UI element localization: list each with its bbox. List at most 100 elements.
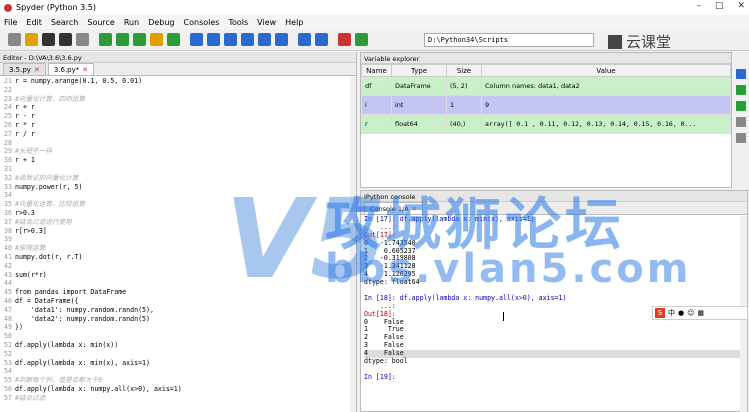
column-header-size[interactable]: Size bbox=[446, 64, 482, 77]
code-editor[interactable]: 21 r = numpy.arange(0.1, 0.5, 0.01) 22 23 #向… bbox=[0, 77, 356, 412]
close-tab-icon[interactable]: ✕ bbox=[82, 66, 88, 74]
print-icon[interactable] bbox=[76, 33, 89, 46]
column-header-type[interactable]: Type bbox=[391, 64, 447, 77]
code-line[interactable]: 22 bbox=[0, 86, 356, 95]
code-line[interactable]: 47 'data1': numpy.random.randn(5), bbox=[0, 306, 356, 315]
code-line[interactable]: 44 bbox=[0, 279, 356, 288]
menu-source[interactable]: Source bbox=[87, 18, 114, 27]
code-line[interactable]: 23 #向量化计算，四则运算 bbox=[0, 95, 356, 104]
menu-consoles[interactable]: Consoles bbox=[184, 18, 220, 27]
menu-search[interactable]: Search bbox=[51, 18, 78, 27]
console-line: 1 0.605237 bbox=[364, 246, 416, 255]
new-file-icon[interactable] bbox=[8, 33, 21, 46]
code-line[interactable]: 37 #结合过滤进行使用 bbox=[0, 218, 356, 227]
code-line[interactable]: 49}) bbox=[0, 323, 356, 332]
table-row[interactable]: i int 1 9 bbox=[361, 95, 731, 115]
run-selection-icon[interactable] bbox=[150, 33, 163, 46]
code-line[interactable]: 36 r>0.3 bbox=[0, 209, 356, 218]
menu-edit[interactable]: Edit bbox=[26, 18, 42, 27]
remove-all-icon[interactable] bbox=[736, 117, 746, 127]
code-line[interactable]: 42 bbox=[0, 262, 356, 271]
step-return-icon[interactable] bbox=[241, 33, 254, 46]
ime-toolbar[interactable]: S 中 ● ☺ ▦ bbox=[652, 306, 748, 320]
code-line[interactable]: 38 r[r>0.3] bbox=[0, 227, 356, 236]
tab-console-1[interactable]: Console 1/A ✕ bbox=[364, 202, 424, 214]
options-icon[interactable] bbox=[736, 133, 746, 143]
run-cell-icon[interactable] bbox=[116, 33, 129, 46]
maximize-pane-icon[interactable] bbox=[298, 33, 311, 46]
code-line[interactable]: 53 df.apply(lambda x: min(x), axis=1) bbox=[0, 359, 356, 368]
code-line[interactable]: 50 bbox=[0, 332, 356, 341]
code-line[interactable]: 31 bbox=[0, 165, 356, 174]
code-line[interactable]: 24 r + r bbox=[0, 103, 356, 112]
code-line[interactable]: 30 r + 1 bbox=[0, 156, 356, 165]
menu-view[interactable]: View bbox=[257, 18, 276, 27]
code-line[interactable]: 27 r / r bbox=[0, 130, 356, 139]
code-line[interactable]: 26 r * r bbox=[0, 121, 356, 130]
step-into-icon[interactable] bbox=[224, 33, 237, 46]
code-line[interactable]: 29 #长短不一样 bbox=[0, 147, 356, 156]
debug-icon[interactable] bbox=[190, 33, 203, 46]
code-line[interactable]: 40 #矩阵运算 bbox=[0, 244, 356, 253]
menu-help[interactable]: Help bbox=[285, 18, 303, 27]
minimize-icon[interactable]: – bbox=[696, 1, 701, 11]
code-line[interactable]: 43 sum(r*r) bbox=[0, 271, 356, 280]
code-line[interactable]: 57 #结合过滤 bbox=[0, 394, 356, 403]
code-line[interactable]: 28 bbox=[0, 139, 356, 148]
working-directory-input[interactable]: D:\Python34\Scripts bbox=[424, 33, 594, 47]
run-icon[interactable] bbox=[99, 33, 112, 46]
code-line[interactable]: 21 r = numpy.arange(0.1, 0.5, 0.01) bbox=[0, 77, 356, 86]
python-path-icon[interactable] bbox=[355, 33, 368, 46]
import-data-icon[interactable] bbox=[736, 69, 746, 79]
line-content: r - r bbox=[15, 112, 35, 121]
var-type: int bbox=[391, 95, 447, 115]
table-row[interactable]: df DataFrame (5, 2) Column names: data1,… bbox=[361, 76, 731, 96]
menu-file[interactable]: File bbox=[4, 18, 17, 27]
editor-scrollbar[interactable] bbox=[350, 77, 356, 412]
continue-icon[interactable] bbox=[258, 33, 271, 46]
tab-3-6-py[interactable]: 3.6.py* ✕ bbox=[47, 63, 95, 75]
line-content: df.apply(lambda x: min(x), axis=1) bbox=[15, 358, 150, 367]
column-header-name[interactable]: Name bbox=[361, 64, 392, 77]
stop-debug-icon[interactable] bbox=[275, 33, 288, 46]
line-number: 25 bbox=[4, 112, 12, 121]
table-row[interactable]: r float64 (40,) array([ 0.1 , 0.11, 0.12… bbox=[361, 114, 731, 134]
close-tab-icon[interactable]: ✕ bbox=[34, 66, 40, 74]
code-line[interactable]: 56 df.apply(lambda x: numpy.all(x>0), axi… bbox=[0, 385, 356, 394]
code-line[interactable]: 55 #判断每个列，值是否都大于0 bbox=[0, 376, 356, 385]
rerun-icon[interactable] bbox=[167, 33, 180, 46]
save-all-icon[interactable] bbox=[59, 33, 72, 46]
code-line[interactable]: 51 df.apply(lambda x: min(x)) bbox=[0, 341, 356, 350]
code-line[interactable]: 25 r - r bbox=[0, 112, 356, 121]
code-line[interactable]: 46 df = DataFrame({ bbox=[0, 297, 356, 306]
close-tab-icon[interactable]: ✕ bbox=[412, 205, 417, 213]
open-file-icon[interactable] bbox=[25, 33, 38, 46]
console-line: In [17]: df.apply(lambda x: min(x), axis… bbox=[364, 216, 535, 223]
code-line[interactable]: 33 numpy.power(r, 5) bbox=[0, 183, 356, 192]
code-line[interactable]: 34 bbox=[0, 191, 356, 200]
menu-run[interactable]: Run bbox=[124, 18, 139, 27]
code-line[interactable]: 54 bbox=[0, 367, 356, 376]
save-icon[interactable] bbox=[42, 33, 55, 46]
save-data-icon[interactable] bbox=[736, 85, 746, 95]
code-line[interactable]: 41 numpy.dot(r, r.T) bbox=[0, 253, 356, 262]
tab-3-5-py[interactable]: 3.5.py ✕ bbox=[3, 63, 46, 75]
code-line[interactable]: 52 bbox=[0, 350, 356, 359]
code-line[interactable]: 32 #函数式的向量化计算 bbox=[0, 174, 356, 183]
save-as-icon[interactable] bbox=[736, 101, 746, 111]
line-content bbox=[15, 191, 356, 200]
step-icon[interactable] bbox=[207, 33, 220, 46]
fullscreen-icon[interactable] bbox=[315, 33, 328, 46]
menu-debug[interactable]: Debug bbox=[148, 18, 174, 27]
close-icon[interactable]: ✕ bbox=[737, 1, 745, 11]
code-line[interactable]: 48 'data2': numpy.random.randn(5) bbox=[0, 315, 356, 324]
column-header-value[interactable]: Value bbox=[481, 64, 731, 77]
code-line[interactable]: 45 from pandas import DataFrame bbox=[0, 288, 356, 297]
maximize-icon[interactable]: □ bbox=[715, 1, 724, 11]
line-content bbox=[15, 262, 356, 271]
menu-tools[interactable]: Tools bbox=[228, 18, 248, 27]
code-line[interactable]: 39 bbox=[0, 235, 356, 244]
code-line[interactable]: 35 #向量化运算，比较运算 bbox=[0, 200, 356, 209]
run-cell-advance-icon[interactable] bbox=[133, 33, 146, 46]
preferences-icon[interactable] bbox=[338, 33, 351, 46]
